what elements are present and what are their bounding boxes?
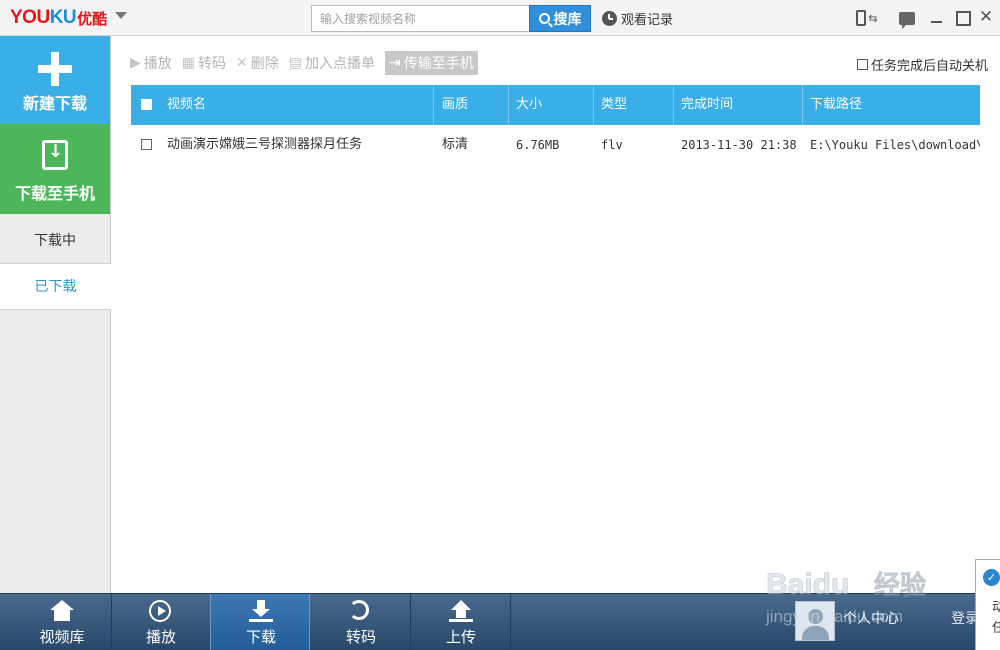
avatar[interactable] — [795, 601, 835, 641]
delete-icon: ✕ — [236, 55, 248, 71]
tab-upload-label: 上传 — [445, 628, 476, 646]
new-download-button[interactable]: 新建下载 — [0, 36, 110, 124]
search-box: 搜库 — [311, 5, 591, 32]
refresh-icon — [349, 600, 369, 620]
auto-shutdown-label: 任务完成后自动关机 — [871, 59, 989, 74]
add-to-playlist-label: 加入点播单 — [304, 56, 375, 72]
clock-icon — [602, 10, 617, 26]
search-icon — [538, 13, 550, 24]
column-divider[interactable] — [593, 85, 594, 125]
action-toolbar: ▶ 播放 ▦ 转码 ✕ 删除 ▤ 加入点播单 ⇥ 传输至手机 — [130, 51, 488, 75]
tab-video-library-label: 视频库 — [39, 628, 85, 646]
phone-sync-icon[interactable]: ⇆ — [850, 8, 884, 28]
play-button[interactable]: ▶ 播放 — [130, 53, 172, 73]
tab-play-label: 播放 — [145, 628, 176, 646]
playlist-icon: ▤ — [288, 55, 302, 71]
title-bar: YOUKU 优酷 搜库 观看记录 ⇆ ✕ — [0, 0, 1000, 36]
column-header-time[interactable]: 完成时间 — [681, 85, 733, 125]
table-header: 视频名 画质 大小 类型 完成时间 下载路径 — [131, 85, 980, 125]
select-all-checkbox[interactable] — [141, 99, 152, 110]
auto-shutdown-option[interactable]: 任务完成后自动关机 — [857, 55, 988, 74]
column-header-name[interactable]: 视频名 — [167, 85, 206, 125]
tab-transcode[interactable]: 转码 — [311, 594, 411, 650]
logo-dropdown-icon[interactable] — [115, 12, 127, 19]
logo-cn-text: 优酷 — [77, 9, 108, 28]
close-button[interactable]: ✕ — [978, 9, 994, 26]
transfer-to-phone-button[interactable]: ⇥ 传输至手机 — [384, 51, 478, 75]
watch-history-button[interactable]: 观看记录 — [602, 9, 674, 28]
phone-download-icon — [42, 140, 68, 170]
message-icon[interactable] — [897, 8, 917, 29]
cell-finish-time: 2013-11-30 21:38 — [681, 138, 797, 152]
download-to-phone-button[interactable]: 下载至手机 — [0, 124, 110, 214]
cell-quality: 标清 — [442, 137, 469, 152]
search-button[interactable]: 搜库 — [529, 5, 591, 32]
check-icon: ✓ — [983, 569, 1000, 586]
row-checkbox[interactable] — [141, 139, 152, 150]
column-header-type[interactable]: 类型 — [601, 85, 627, 125]
phone-icon — [856, 10, 867, 26]
upload-icon — [449, 600, 473, 622]
column-divider[interactable] — [508, 85, 509, 125]
minimize-button[interactable] — [929, 9, 945, 25]
play-icon: ▶ — [130, 55, 141, 71]
transfer-to-phone-label: 传输至手机 — [403, 56, 474, 72]
new-download-label: 新建下载 — [22, 94, 87, 113]
transfer-icon: ⇥ — [388, 55, 401, 71]
download-icon — [249, 600, 273, 622]
tab-download[interactable]: 下载 — [210, 594, 310, 650]
column-header-quality[interactable]: 画质 — [442, 85, 468, 125]
download-to-phone-label: 下载至手机 — [14, 184, 95, 203]
cell-type: flv — [601, 138, 623, 152]
cell-download-path: E:\Youku Files\download\ — [810, 138, 980, 152]
delete-label: 删除 — [250, 56, 279, 72]
column-divider[interactable] — [673, 85, 674, 125]
delete-button[interactable]: ✕ 删除 — [236, 53, 279, 73]
maximize-button[interactable] — [954, 9, 971, 26]
tab-transcode-label: 转码 — [345, 628, 376, 646]
play-label: 播放 — [143, 56, 172, 72]
cell-video-name: 动画演示嫦娥三号探测器探月任务 — [167, 137, 363, 152]
search-button-label: 搜库 — [553, 11, 582, 28]
tab-download-label: 下载 — [245, 628, 276, 646]
plus-icon — [38, 52, 72, 86]
sync-arrows-icon: ⇆ — [868, 11, 878, 25]
transcode-button[interactable]: ▦ 转码 — [182, 53, 226, 73]
column-divider[interactable] — [433, 85, 434, 125]
popup-text-line1: 动 — [992, 596, 1000, 615]
play-circle-icon — [149, 600, 171, 622]
cell-size: 6.76MB — [516, 138, 560, 152]
column-header-path[interactable]: 下载路径 — [810, 85, 980, 125]
auto-shutdown-checkbox[interactable] — [857, 59, 868, 70]
sidebar-item-downloaded[interactable]: 已下载 — [0, 264, 111, 310]
tab-upload[interactable]: 上传 — [411, 594, 511, 650]
watch-history-label: 观看记录 — [621, 12, 674, 28]
column-header-size[interactable]: 大小 — [516, 85, 542, 125]
table-row[interactable]: 动画演示嫦娥三号探测器探月任务 标清 6.76MB flv 2013-11-30… — [131, 125, 980, 165]
sidebar: 新建下载 下载至手机 下载中 已下载 — [0, 36, 111, 593]
tab-play[interactable]: 播放 — [111, 594, 211, 650]
sidebar-item-downloading[interactable]: 下载中 — [0, 218, 110, 264]
transcode-label: 转码 — [198, 56, 227, 72]
youku-logo[interactable]: YOUKU 优酷 — [10, 6, 107, 30]
tab-video-library[interactable]: 视频库 — [12, 594, 112, 650]
add-to-playlist-button[interactable]: ▤ 加入点播单 — [289, 53, 375, 73]
user-center-link[interactable]: 个人中心 — [843, 608, 899, 628]
film-icon: ▦ — [181, 55, 196, 71]
search-input[interactable] — [311, 5, 529, 32]
notification-popup[interactable]: ✓ 动 任 — [975, 559, 1000, 650]
home-icon — [50, 600, 74, 622]
column-divider[interactable] — [802, 85, 803, 125]
popup-text-line2: 任 — [992, 617, 1000, 636]
